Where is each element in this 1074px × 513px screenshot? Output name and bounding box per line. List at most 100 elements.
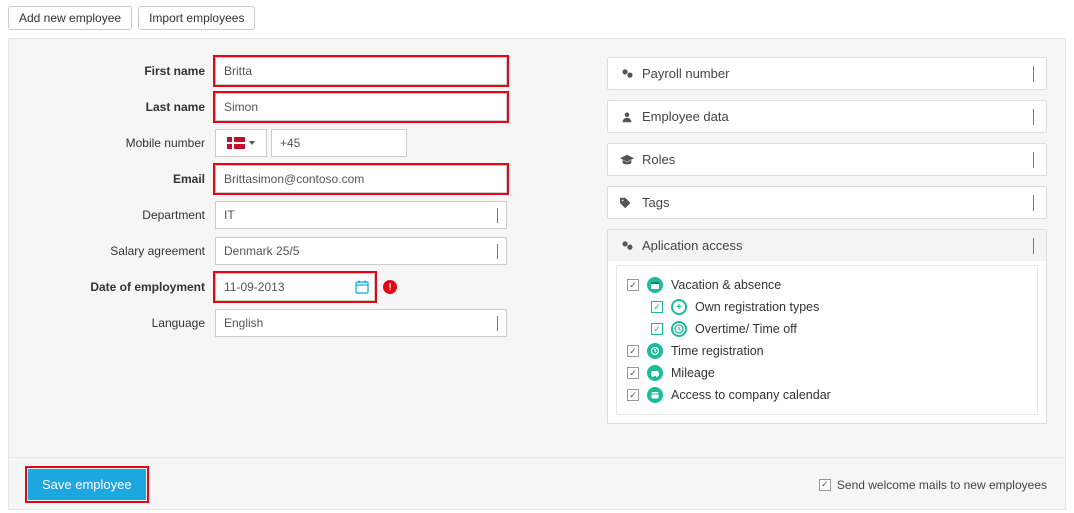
panel-header-app-access[interactable]: Aplication access <box>608 230 1046 261</box>
row-department: Department IT <box>27 201 567 229</box>
date-group: ! <box>215 273 397 301</box>
checkbox-time-reg[interactable] <box>627 345 639 357</box>
row-mobile: Mobile number <box>27 129 567 157</box>
gears-icon <box>620 239 634 252</box>
panel-header-tags[interactable]: Tags <box>608 187 1046 218</box>
panel-employee-data: Employee data <box>607 100 1047 133</box>
chevron-down-icon <box>497 208 498 222</box>
plus-circle-icon: + <box>671 299 687 315</box>
add-employee-button[interactable]: Add new employee <box>8 6 132 30</box>
panel-title: Tags <box>642 195 669 210</box>
department-select[interactable]: IT <box>215 201 507 229</box>
access-row-vacation: Vacation & absence <box>627 274 1027 296</box>
calendar-access-icon <box>647 387 663 403</box>
panel-header-payroll[interactable]: Payroll number <box>608 58 1046 89</box>
chevron-down-icon <box>249 141 255 145</box>
form-right-column: Payroll number Employee data Roles <box>607 57 1047 451</box>
phone-number-input[interactable] <box>271 129 407 157</box>
chevron-up-icon <box>1033 238 1034 253</box>
last-name-input[interactable] <box>215 93 507 121</box>
checkbox-calendar[interactable] <box>627 389 639 401</box>
access-row-calendar: Access to company calendar <box>627 384 1027 406</box>
top-button-bar: Add new employee Import employees <box>0 0 1074 38</box>
label-first-name: First name <box>27 64 215 78</box>
app-access-body: Vacation & absence + Own registration ty… <box>616 265 1038 415</box>
chevron-down-icon <box>497 316 498 330</box>
access-label: Time registration <box>671 344 764 358</box>
tags-icon <box>620 197 634 209</box>
salary-agreement-select[interactable]: Denmark 25/5 <box>215 237 507 265</box>
date-of-employment-input[interactable] <box>215 273 375 301</box>
row-language: Language English <box>27 309 567 337</box>
access-label: Overtime/ Time off <box>695 322 797 336</box>
user-icon <box>620 111 634 123</box>
access-label: Own registration types <box>695 300 819 314</box>
language-select[interactable]: English <box>215 309 507 337</box>
chevron-down-icon <box>1033 152 1034 167</box>
phone-input-group <box>215 129 407 157</box>
save-button-highlight: Save employee <box>27 468 147 501</box>
car-icon <box>647 365 663 381</box>
panel-title: Employee data <box>642 109 729 124</box>
calendar-icon[interactable] <box>355 280 369 294</box>
time-registration-icon <box>647 343 663 359</box>
row-first-name: First name <box>27 57 567 85</box>
graduation-cap-icon <box>620 154 634 166</box>
email-input[interactable] <box>215 165 507 193</box>
clock-icon <box>671 321 687 337</box>
label-salary: Salary agreement <box>27 244 215 258</box>
checkbox-mileage[interactable] <box>627 367 639 379</box>
panel-title: Aplication access <box>642 238 742 253</box>
label-date: Date of employment <box>27 280 215 294</box>
first-name-input[interactable] <box>215 57 507 85</box>
checkbox-vacation[interactable] <box>627 279 639 291</box>
row-email: Email <box>27 165 567 193</box>
row-date: Date of employment ! <box>27 273 567 301</box>
send-welcome-row[interactable]: Send welcome mails to new employees <box>819 478 1047 492</box>
checkbox-send-welcome[interactable] <box>819 479 831 491</box>
panel-header-roles[interactable]: Roles <box>608 144 1046 175</box>
salary-value: Denmark 25/5 <box>224 244 299 258</box>
access-label: Access to company calendar <box>671 388 831 402</box>
checkbox-overtime[interactable] <box>651 323 663 335</box>
panel-payroll-number: Payroll number <box>607 57 1047 90</box>
panel-title: Roles <box>642 152 675 167</box>
denmark-flag-icon <box>227 137 245 149</box>
access-row-own-reg: + Own registration types <box>627 296 1027 318</box>
panel-application-access: Aplication access Vacation & absence + O… <box>607 229 1047 424</box>
date-input-wrap <box>215 273 375 301</box>
access-row-mileage: Mileage <box>627 362 1027 384</box>
panel-header-employee-data[interactable]: Employee data <box>608 101 1046 132</box>
vacation-icon <box>647 277 663 293</box>
department-value: IT <box>224 208 235 222</box>
language-value: English <box>224 316 263 330</box>
chevron-down-icon <box>1033 109 1034 124</box>
panel-title: Payroll number <box>642 66 729 81</box>
label-mobile: Mobile number <box>27 136 215 150</box>
panel-tags: Tags <box>607 186 1047 219</box>
footer-bar: Save employee Send welcome mails to new … <box>8 458 1066 510</box>
label-email: Email <box>27 172 215 186</box>
form-left-column: First name Last name Mobile number Email… <box>27 57 567 451</box>
label-last-name: Last name <box>27 100 215 114</box>
main-form-area: First name Last name Mobile number Email… <box>8 38 1066 458</box>
label-language: Language <box>27 316 215 330</box>
access-row-overtime: Overtime/ Time off <box>627 318 1027 340</box>
chevron-down-icon <box>497 244 498 258</box>
label-department: Department <box>27 208 215 222</box>
gears-icon <box>620 67 634 80</box>
chevron-down-icon <box>1033 66 1034 81</box>
checkbox-own-reg[interactable] <box>651 301 663 313</box>
panel-roles: Roles <box>607 143 1047 176</box>
access-label: Vacation & absence <box>671 278 781 292</box>
country-code-selector[interactable] <box>215 129 267 157</box>
send-welcome-label: Send welcome mails to new employees <box>837 478 1047 492</box>
save-employee-button[interactable]: Save employee <box>28 469 146 500</box>
row-salary: Salary agreement Denmark 25/5 <box>27 237 567 265</box>
access-row-time-reg: Time registration <box>627 340 1027 362</box>
chevron-down-icon <box>1033 195 1034 210</box>
error-icon: ! <box>383 280 397 294</box>
row-last-name: Last name <box>27 93 567 121</box>
access-label: Mileage <box>671 366 715 380</box>
import-employees-button[interactable]: Import employees <box>138 6 255 30</box>
